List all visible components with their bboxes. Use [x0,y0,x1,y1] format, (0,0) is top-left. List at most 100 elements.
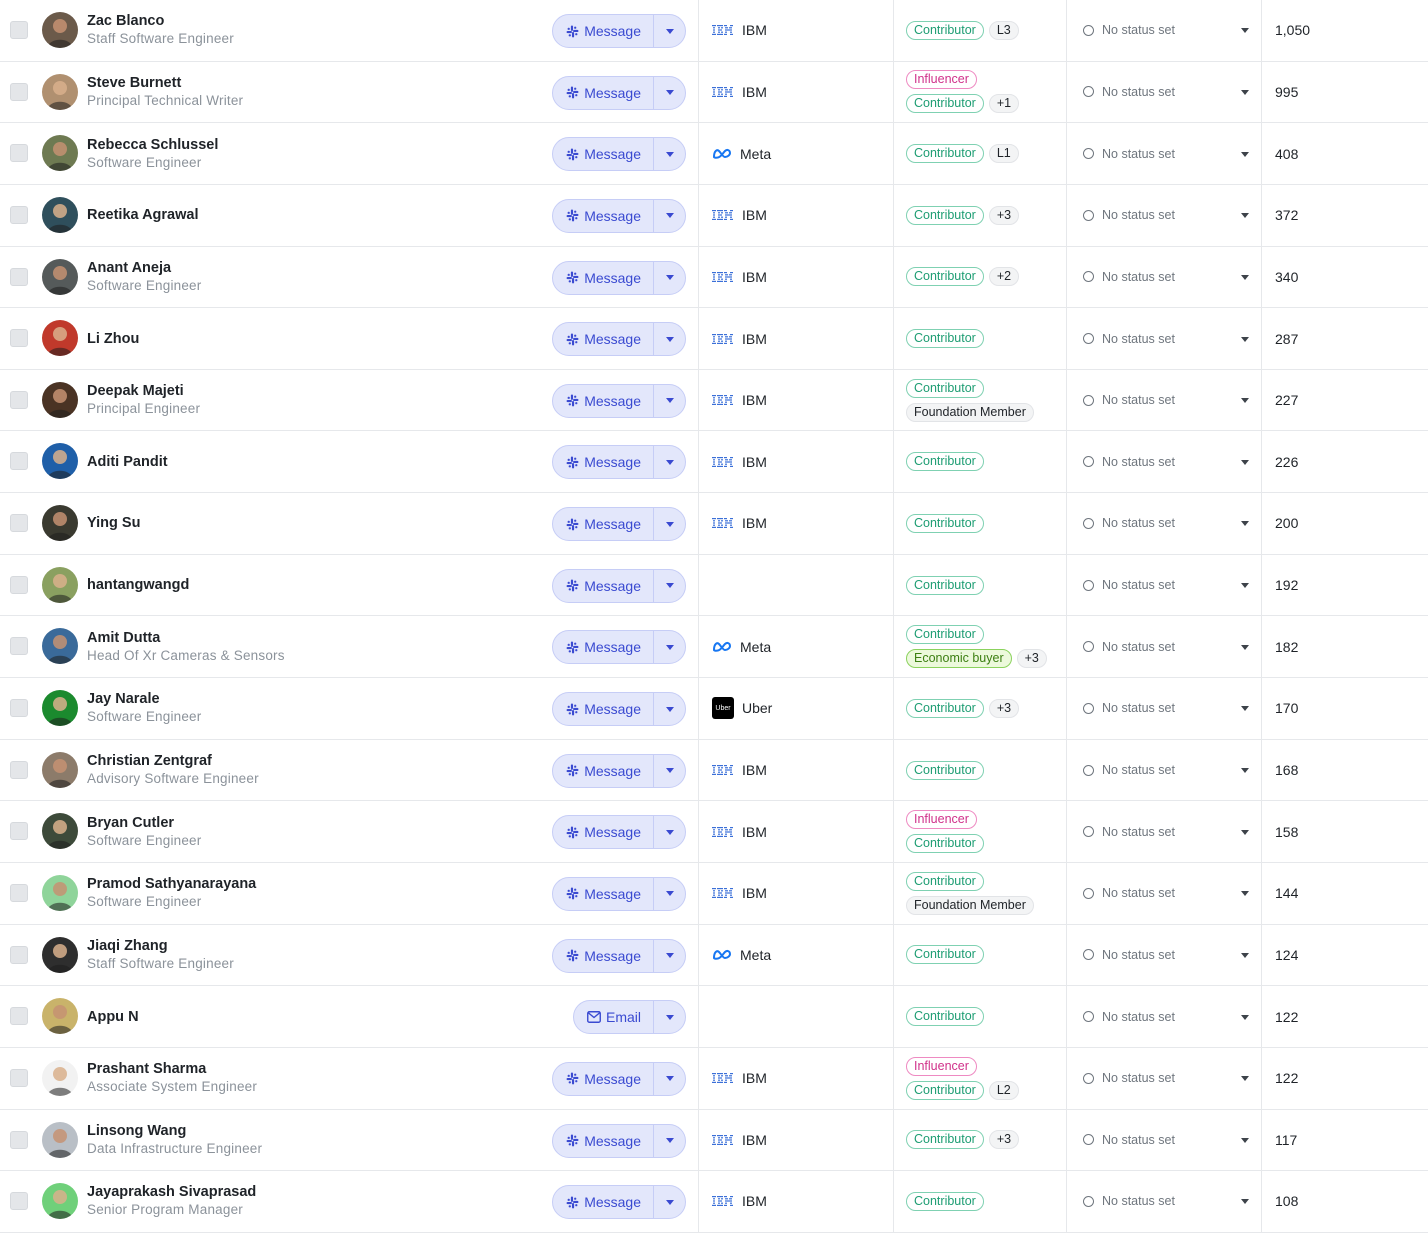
action-dropdown-button[interactable] [654,1063,685,1095]
status-dropdown[interactable]: No status set [1083,370,1253,431]
company[interactable]: IBM [712,62,767,123]
company[interactable]: IBM [712,740,767,801]
tag-foundation-member[interactable]: Foundation Member [906,402,1034,422]
row-checkbox[interactable] [10,1192,28,1211]
contact-name[interactable]: Pramod Sathyanarayana [87,875,256,893]
status-dropdown[interactable]: No status set [1083,493,1253,554]
table-row[interactable]: Christian Zentgraf Advisory Software Engi… [0,739,1428,802]
contact-name[interactable]: Linsong Wang [87,1122,262,1140]
company[interactable]: IBM [712,247,767,308]
action-dropdown-button[interactable] [654,755,685,787]
table-row[interactable]: Ying Su Message IBM Contributor No status se… [0,493,1428,555]
table-row[interactable]: Aditi Pandit Message IBM Contributor No stat… [0,431,1428,494]
table-row[interactable]: Prashant Sharma Associate System Engineer… [0,1047,1428,1110]
row-checkbox[interactable] [10,1068,28,1087]
status-dropdown[interactable]: No status set [1083,247,1253,308]
tag-contributor[interactable]: Contributor [906,1080,984,1100]
table-row[interactable]: Jay Narale Software Engineer Message Uber Ub… [0,678,1428,740]
table-row[interactable]: Rebecca Schlussel Software Engineer Messag… [0,123,1428,185]
action-dropdown-button[interactable] [654,200,685,232]
action-dropdown-button[interactable] [654,77,685,109]
tag-3[interactable]: +3 [988,698,1020,718]
row-checkbox[interactable] [10,144,28,163]
contact-name[interactable]: Rebecca Schlussel [87,136,218,154]
action-dropdown-button[interactable] [654,940,685,972]
contact-name[interactable]: Bryan Cutler [87,814,201,832]
company[interactable]: IBM [712,185,767,246]
contact-name[interactable]: Appu N [87,1008,139,1026]
company[interactable]: Meta [712,925,771,986]
company[interactable]: IBM [712,801,767,862]
action-dropdown-button[interactable] [654,693,685,725]
action-dropdown-button[interactable] [654,323,685,355]
contact-name[interactable]: Christian Zentgraf [87,752,259,770]
contact-name[interactable]: Steve Burnett [87,74,243,92]
company[interactable]: IBM [712,431,767,492]
message-button[interactable]: Message [553,754,654,787]
tag-3[interactable]: +3 [988,205,1020,225]
tag-contributor[interactable]: Contributor [906,1130,984,1150]
message-button[interactable]: Message [553,384,654,417]
message-button[interactable]: Message [553,939,654,972]
tag-1[interactable]: +1 [988,94,1020,114]
tag-contributor[interactable]: Contributor [906,144,984,164]
row-checkbox[interactable] [10,822,28,841]
table-row[interactable]: Li Zhou Message IBM Contributor No status se… [0,308,1428,370]
contact-name[interactable]: Amit Dutta [87,629,285,647]
company[interactable]: IBM [712,308,767,369]
action-dropdown-button[interactable] [654,15,685,47]
status-dropdown[interactable]: No status set [1083,555,1253,616]
message-button[interactable]: Message [553,76,654,109]
action-dropdown-button[interactable] [654,816,685,848]
table-row[interactable]: Linsong Wang Data Infrastructure Engineer… [0,1109,1428,1172]
company[interactable]: IBM [712,0,767,61]
table-row[interactable]: Bryan Cutler Software Engineer Message IBM I… [0,801,1428,863]
message-button[interactable]: Message [553,261,654,294]
status-dropdown[interactable]: No status set [1083,308,1253,369]
tag-contributor[interactable]: Contributor [906,834,984,854]
status-dropdown[interactable]: No status set [1083,431,1253,492]
row-checkbox[interactable] [10,637,28,656]
message-button[interactable]: Message [553,569,654,602]
table-row[interactable]: Jiaqi Zhang Staff Software Engineer Messag… [0,924,1428,987]
tag-influencer[interactable]: Influencer [906,70,977,90]
row-checkbox[interactable] [10,1130,28,1149]
row-checkbox[interactable] [10,575,28,594]
message-button[interactable]: Message [553,1062,654,1095]
status-dropdown[interactable]: No status set [1083,1048,1253,1109]
tag-contributor[interactable]: Contributor [906,94,984,114]
tag-contributor[interactable]: Contributor [906,871,984,891]
message-button[interactable]: Message [553,877,654,910]
tag-2[interactable]: +2 [988,267,1020,287]
status-dropdown[interactable]: No status set [1083,0,1253,61]
tag-3[interactable]: +3 [1016,649,1047,669]
tag-contributor[interactable]: Contributor [906,267,984,287]
status-dropdown[interactable]: No status set [1083,986,1253,1047]
contact-name[interactable]: hantangwangd [87,576,189,594]
contact-name[interactable]: Deepak Majeti [87,382,200,400]
row-checkbox[interactable] [10,390,28,409]
tag-contributor[interactable]: Contributor [906,378,984,398]
contact-name[interactable]: Jiaqi Zhang [87,937,234,955]
action-dropdown-button[interactable] [654,570,685,602]
contact-name[interactable]: Aditi Pandit [87,453,168,471]
row-checkbox[interactable] [10,21,28,39]
tag-l3[interactable]: L3 [988,20,1019,40]
tag-contributor[interactable]: Contributor [906,329,984,349]
tag-contributor[interactable]: Contributor [906,760,984,780]
row-checkbox[interactable] [10,945,28,964]
tag-economic-buyer[interactable]: Economic buyer [906,649,1012,669]
message-button[interactable]: Message [553,1186,654,1219]
contact-name[interactable]: Ying Su [87,514,140,532]
company[interactable]: Uber Uber [712,678,772,739]
table-row[interactable]: Zac Blanco Staff Software Engineer Message… [0,0,1428,62]
status-dropdown[interactable]: No status set [1083,1110,1253,1171]
message-button[interactable]: Message [553,631,654,664]
message-button[interactable]: Message [553,323,654,356]
company[interactable]: IBM [712,1171,767,1232]
message-button[interactable]: Message [553,816,654,849]
action-dropdown-button[interactable] [654,1001,685,1033]
message-button[interactable]: Message [553,508,654,541]
status-dropdown[interactable]: No status set [1083,801,1253,862]
row-checkbox[interactable] [10,1007,28,1026]
